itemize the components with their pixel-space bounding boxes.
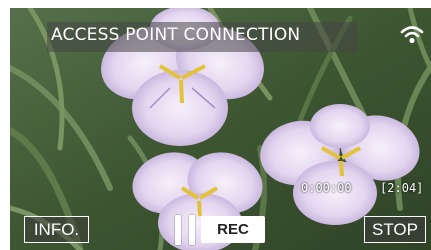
- info-button[interactable]: INFO.: [24, 216, 89, 243]
- recording-time: 0:00:00 [2:04]: [301, 181, 423, 195]
- rec-button[interactable]: REC: [201, 216, 265, 243]
- elapsed-time: 0:00:00: [301, 181, 352, 195]
- screen-title: ACCESS POINT CONNECTION: [51, 25, 301, 45]
- remaining-time: [2:04]: [380, 181, 424, 195]
- pause-bar-left: [175, 215, 181, 245]
- wifi-icon: [400, 26, 424, 44]
- pause-bar-right: [189, 215, 195, 245]
- camera-screen: ACCESS POINT CONNECTION 0:00:00 [2:04] I…: [0, 0, 431, 250]
- stop-button[interactable]: STOP: [364, 216, 426, 243]
- pause-icon[interactable]: [175, 215, 195, 245]
